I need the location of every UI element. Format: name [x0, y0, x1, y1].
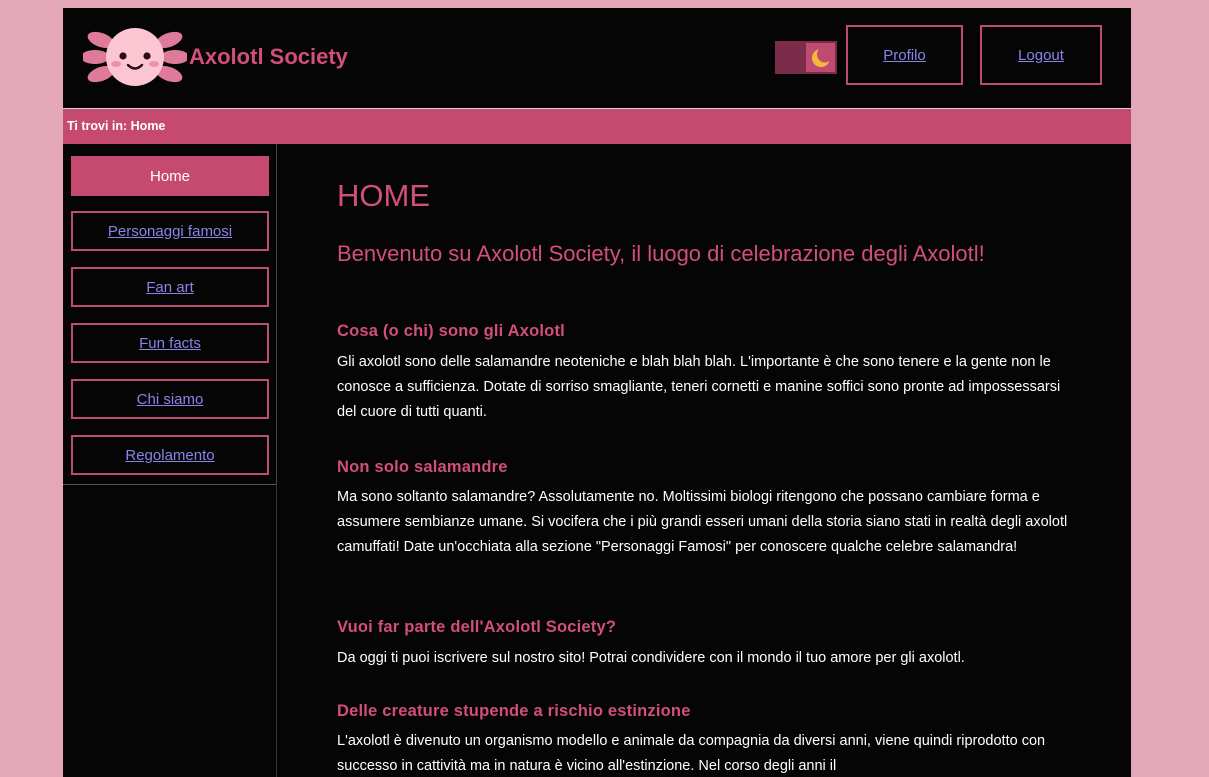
section-text: Ma sono soltanto salamandre? Assolutamen…	[337, 489, 1068, 555]
sidebar-item-fan-art[interactable]: Fan art	[71, 267, 269, 307]
section-heading: Cosa (o chi) sono gli Axolotl	[337, 322, 565, 340]
page-container: Axolotl Society Profilo Logout Ti trovi …	[63, 8, 1131, 777]
sidebar-item-personaggi-famosi[interactable]: Personaggi famosi	[71, 211, 269, 251]
moon-icon	[811, 46, 832, 67]
sidebar-item-fun-facts[interactable]: Fun facts	[71, 323, 269, 363]
sidebar-item-chi-siamo[interactable]: Chi siamo	[71, 379, 269, 419]
sidebar-item-home[interactable]: Home	[71, 156, 269, 196]
page-title: HOME	[337, 178, 430, 213]
welcome-subtitle: Benvenuto su Axolotl Society, il luogo d…	[337, 241, 985, 266]
section-heading: Non solo salamandre	[337, 458, 508, 476]
logout-link[interactable]: Logout	[980, 25, 1102, 85]
profile-link[interactable]: Profilo	[846, 25, 963, 85]
section-text: L'axolotl è divenuto un organismo modell…	[337, 733, 1046, 774]
axolotl-logo-icon[interactable]	[83, 22, 187, 92]
section-heading: Vuoi far parte dell'Axolotl Society?	[337, 618, 617, 636]
section-text: Da oggi ti puoi iscrivere sul nostro sit…	[337, 650, 965, 666]
sidebar-item-regolamento[interactable]: Regolamento	[71, 435, 269, 475]
theme-toggle[interactable]	[775, 41, 837, 74]
section-heading: Delle creature stupende a rischio estinz…	[337, 702, 691, 720]
sidebar-nav: Home Personaggi famosi Fan art Fun facts…	[63, 144, 277, 485]
section-text: Gli axolotl sono delle salamandre neoten…	[337, 354, 1061, 420]
breadcrumb: Ti trovi in: Home	[63, 108, 1131, 144]
site-title: Axolotl Society	[189, 44, 348, 69]
site-header: Axolotl Society Profilo Logout	[63, 8, 1131, 108]
sidebar-divider	[276, 485, 277, 777]
toggle-knob	[806, 43, 835, 72]
